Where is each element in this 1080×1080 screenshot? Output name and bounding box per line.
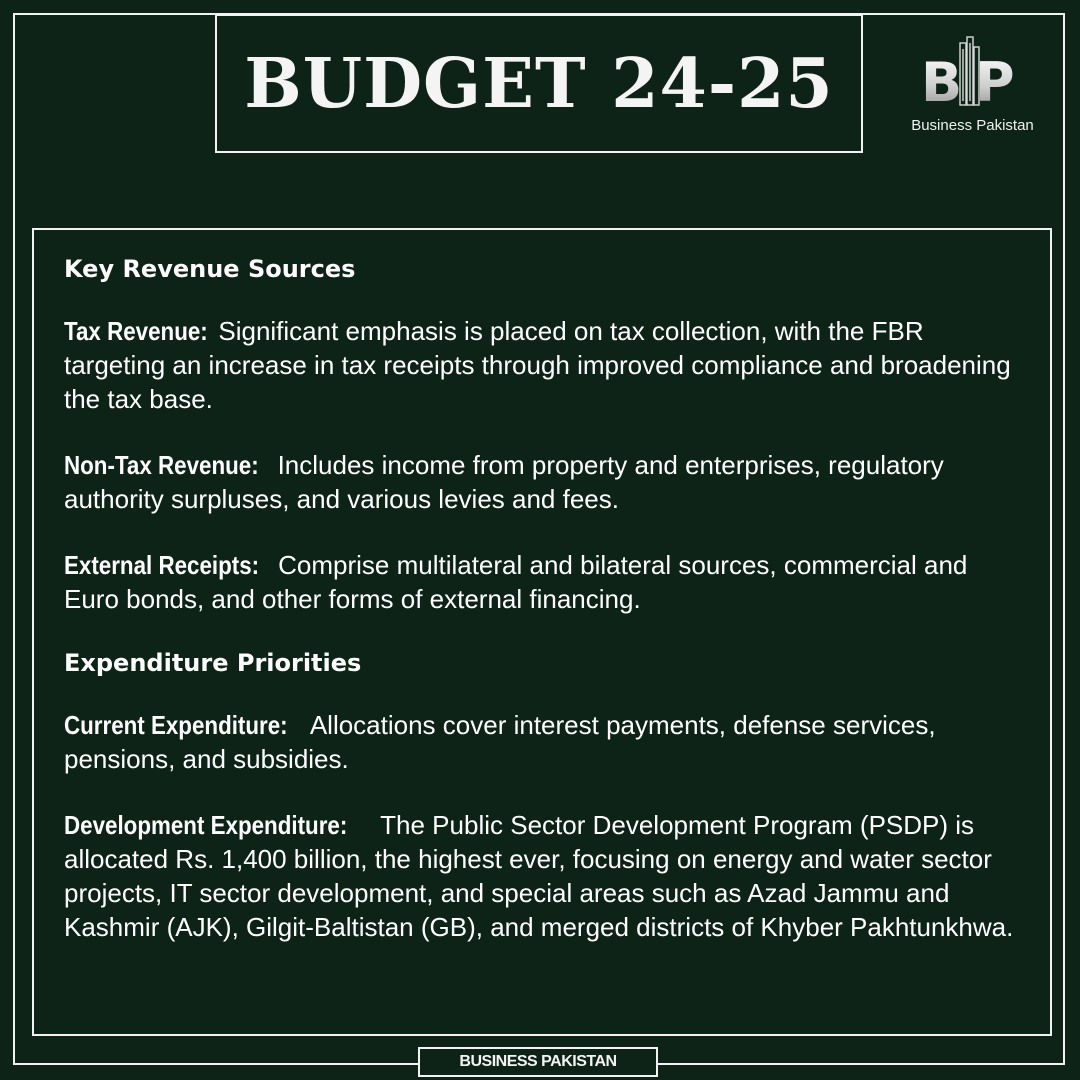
item-current-expenditure: Current Expenditure: Allocations cover i… [64, 708, 1024, 776]
item-label: Tax Revenue: [64, 316, 208, 346]
logo-caption: Business Pakistan [911, 117, 1034, 134]
item-label: Non-Tax Revenue: [64, 450, 259, 480]
svg-text:P: P [975, 51, 1015, 114]
footer-tab: BUSINESS PAKISTAN [418, 1047, 658, 1077]
item-non-tax-revenue: Non-Tax Revenue: Includes income from pr… [64, 448, 1024, 516]
item-development-expenditure: Development Expenditure: The Public Sect… [64, 808, 1024, 944]
page-title: BUDGET 24-25 [244, 43, 834, 124]
brand-logo: B P Business Pakistan [895, 35, 1050, 140]
bp-logo-icon: B P [921, 36, 1015, 114]
content-body: Key Revenue Sources Tax Revenue: Signifi… [64, 254, 1024, 944]
item-label: Current Expenditure: [64, 710, 288, 740]
infographic-canvas: BUDGET 24-25 B P Business Pakistan Key R… [0, 0, 1080, 1080]
item-tax-revenue: Tax Revenue: Significant emphasis is pla… [64, 314, 1024, 416]
svg-text:B: B [921, 51, 962, 114]
footer-label: BUSINESS PAKISTAN [459, 1053, 617, 1070]
item-label: External Receipts: [64, 550, 260, 580]
item-label: Development Expenditure: [64, 810, 348, 840]
section-heading-expenditure: Expenditure Priorities [64, 649, 362, 677]
item-external-receipts: External Receipts: Comprise multilateral… [64, 548, 1024, 616]
content-panel: Key Revenue Sources Tax Revenue: Signifi… [32, 228, 1052, 1036]
section-heading-revenue: Key Revenue Sources [64, 255, 356, 283]
title-box: BUDGET 24-25 [215, 14, 863, 153]
